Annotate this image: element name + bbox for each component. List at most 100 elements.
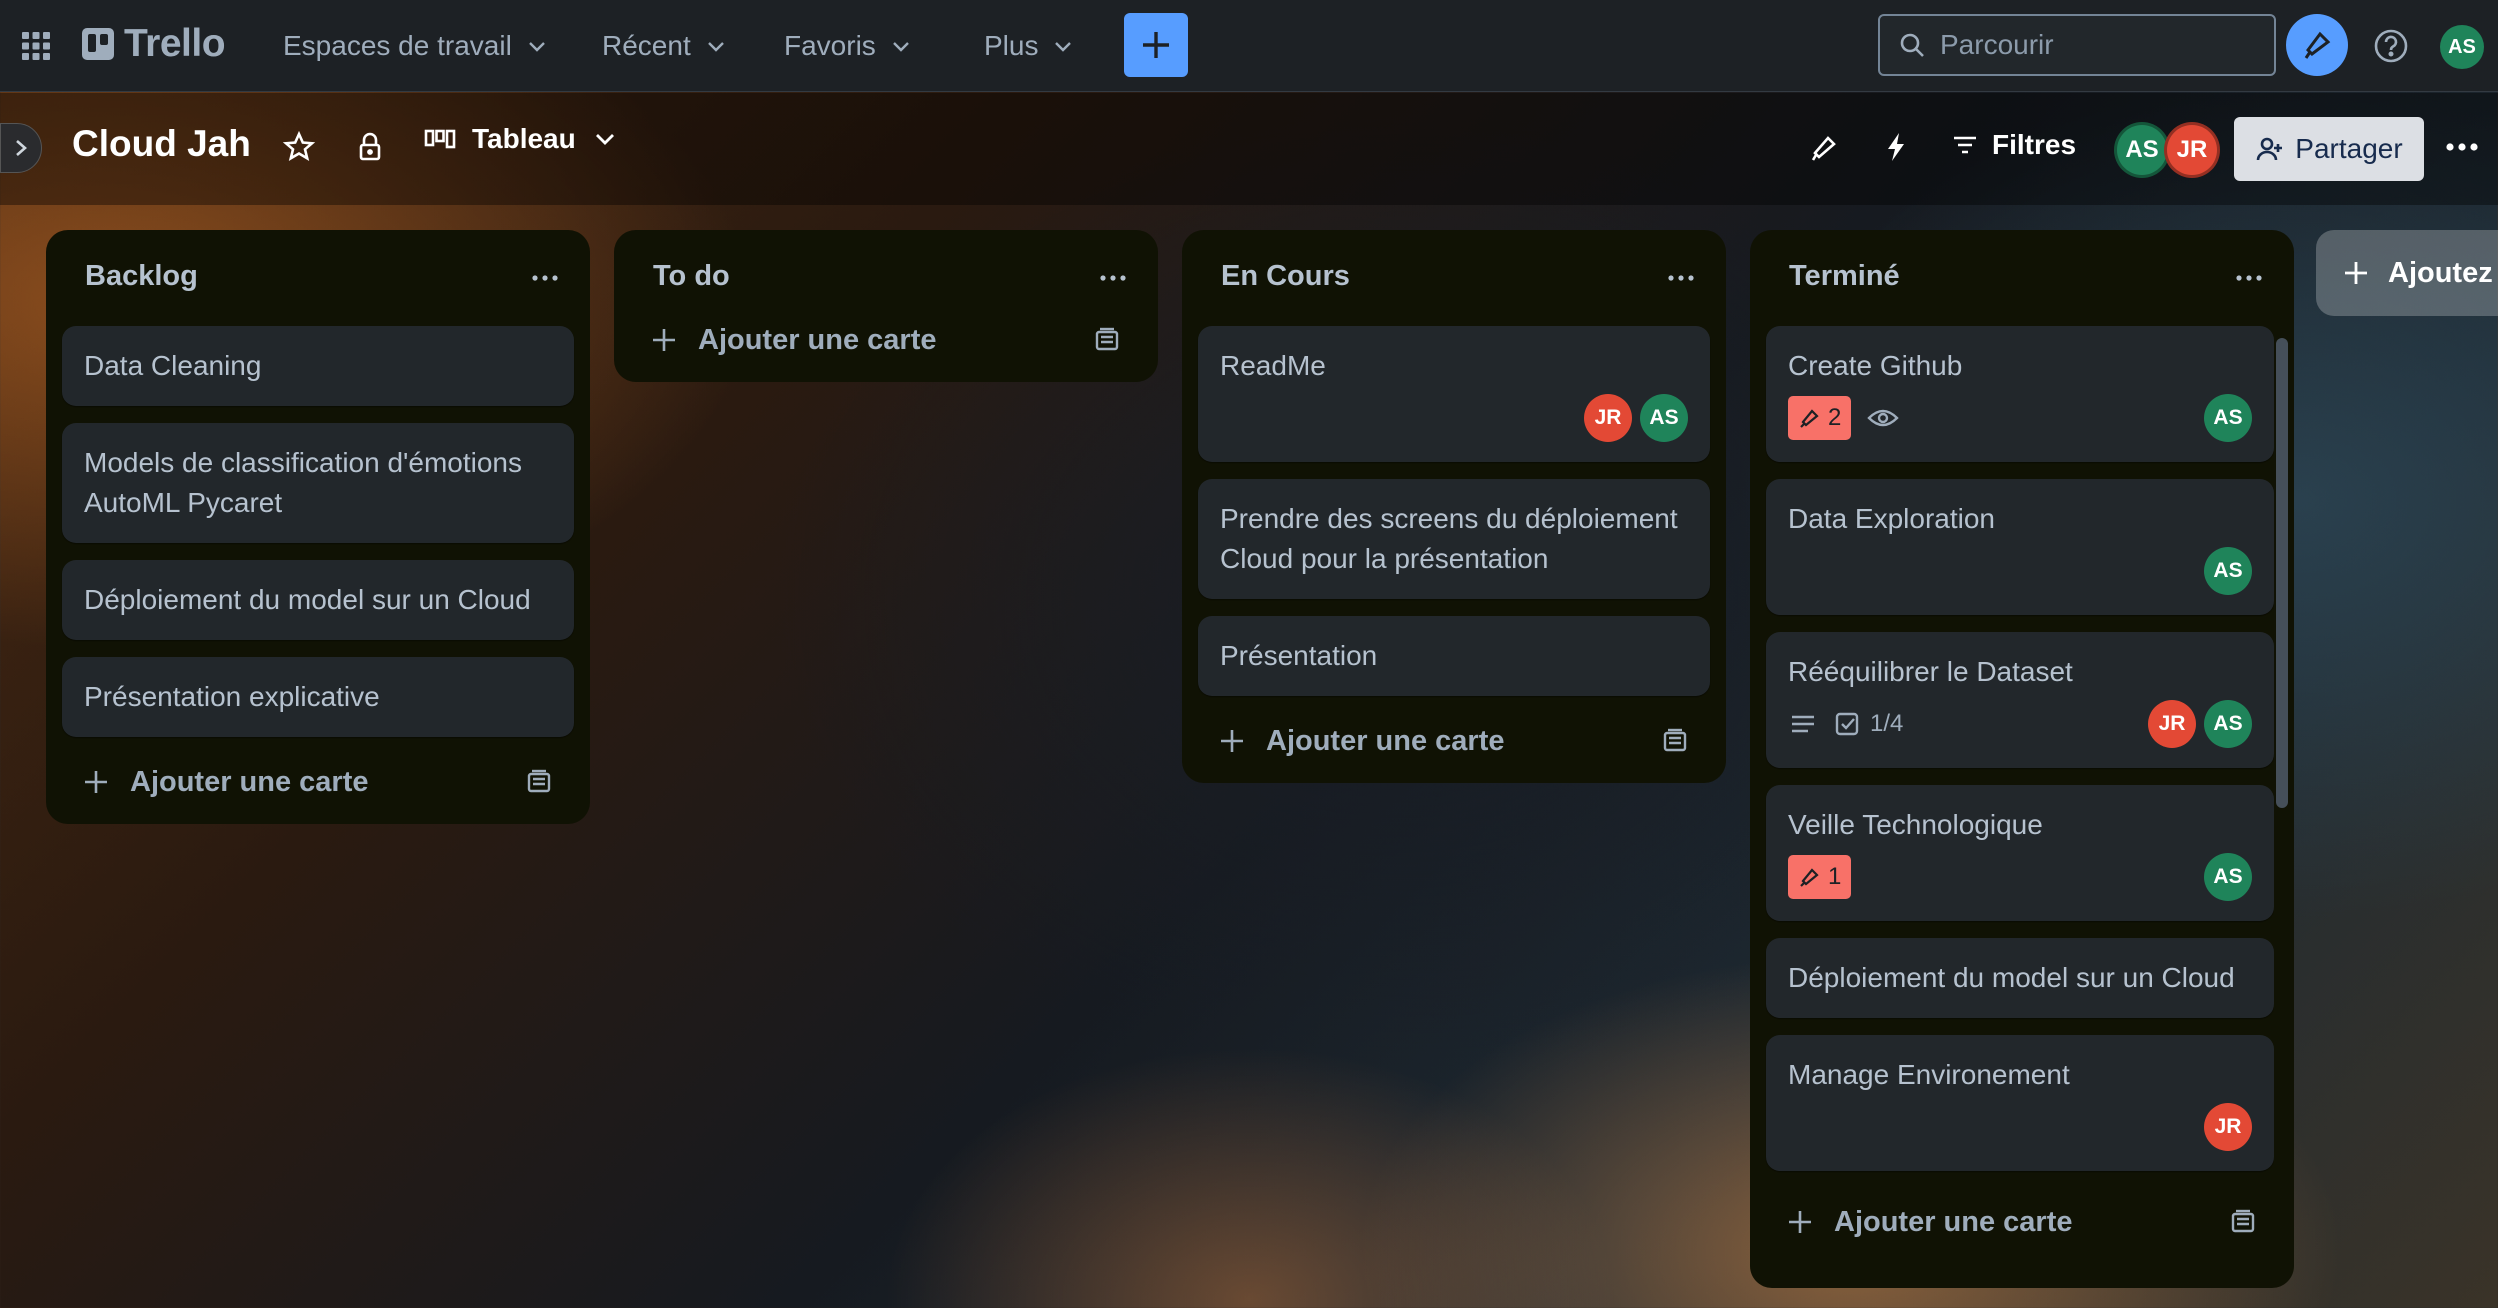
- card[interactable]: Présentation explicative: [62, 657, 574, 737]
- card-footer: 1/4 JR AS: [1788, 700, 2252, 748]
- pin-badge: 1: [1788, 855, 1852, 899]
- lock-icon[interactable]: [352, 129, 388, 165]
- card-member-avatar[interactable]: AS: [2204, 547, 2252, 595]
- list-scrollbar[interactable]: [2276, 338, 2288, 808]
- checklist-count: 1/4: [1870, 710, 1904, 737]
- card-template-icon[interactable]: [1092, 325, 1122, 355]
- list-title[interactable]: To do: [653, 260, 730, 293]
- card[interactable]: Manage Environement JR: [1766, 1035, 2274, 1171]
- menu-recent[interactable]: Récent: [602, 24, 727, 68]
- list-menu-icon[interactable]: [530, 270, 560, 286]
- card-template-icon[interactable]: [524, 767, 554, 797]
- card-template-icon[interactable]: [1660, 726, 1690, 756]
- user-avatar[interactable]: AS: [2440, 25, 2484, 69]
- add-card-button[interactable]: Ajouter une carte: [1766, 1194, 2278, 1250]
- more-options-icon[interactable]: [2440, 129, 2484, 165]
- list-title[interactable]: Backlog: [85, 260, 198, 293]
- card-member-avatar[interactable]: AS: [2204, 700, 2252, 748]
- search-input[interactable]: [1940, 29, 2260, 61]
- filters-button[interactable]: Filtres: [1950, 129, 2076, 161]
- chevron-down-icon: [528, 42, 545, 52]
- card-title: Rééquilibrer le Dataset: [1788, 656, 2073, 687]
- card[interactable]: Models de classification d'émotions Auto…: [62, 423, 574, 543]
- search-box[interactable]: [1878, 14, 2276, 76]
- card-member-avatar[interactable]: JR: [1584, 394, 1632, 442]
- add-card-label: Ajouter une carte: [130, 765, 369, 798]
- sidebar-toggle-button[interactable]: [0, 123, 42, 173]
- logo-text: Trello: [124, 22, 226, 65]
- card[interactable]: Rééquilibrer le Dataset 1/4 JR AS: [1766, 632, 2274, 768]
- menu-favorites[interactable]: Favoris: [784, 24, 912, 68]
- card-member-avatar[interactable]: JR: [2148, 700, 2196, 748]
- create-button[interactable]: [1124, 13, 1188, 77]
- power-ups-icon[interactable]: [1806, 129, 1842, 165]
- card-title: Veille Technologique: [1788, 809, 2043, 840]
- list-header: To do: [614, 230, 1158, 326]
- list-title[interactable]: En Cours: [1221, 260, 1350, 293]
- help-button[interactable]: [2371, 26, 2411, 66]
- card[interactable]: Data Cleaning: [62, 326, 574, 406]
- card-title: Déploiement du model sur un Cloud: [1788, 962, 2235, 993]
- notifications-rocket-button[interactable]: [2286, 14, 2348, 76]
- menu-workspaces[interactable]: Espaces de travail: [283, 24, 548, 68]
- list-todo: To do Ajouter une carte: [614, 230, 1158, 382]
- rocket-icon: [1800, 409, 1819, 428]
- card[interactable]: Data Exploration AS: [1766, 479, 2274, 615]
- member-avatar-as[interactable]: AS: [2114, 122, 2170, 178]
- member-avatar-jr[interactable]: JR: [2164, 122, 2220, 178]
- card-member-avatar[interactable]: AS: [1640, 394, 1688, 442]
- add-card-button[interactable]: Ajouter une carte: [62, 754, 574, 810]
- card[interactable]: Déploiement du model sur un Cloud: [1766, 938, 2274, 1018]
- add-card-label: Ajouter une carte: [1834, 1205, 2073, 1238]
- card[interactable]: ReadMe JR AS: [1198, 326, 1710, 462]
- card-title: ReadMe: [1220, 350, 1326, 381]
- app-switcher-icon[interactable]: [18, 28, 54, 64]
- list-backlog: Backlog Data Cleaning Models de classifi…: [46, 230, 590, 824]
- search-icon: [1900, 33, 1924, 57]
- list-header: Terminé: [1750, 230, 2294, 326]
- list-menu-icon[interactable]: [1666, 270, 1696, 286]
- add-list-button[interactable]: Ajoutez: [2316, 230, 2498, 316]
- list-menu-icon[interactable]: [2234, 270, 2264, 286]
- list-menu-icon[interactable]: [1098, 270, 1128, 286]
- card-title: Data Cleaning: [84, 350, 262, 381]
- add-card-button[interactable]: Ajouter une carte: [1198, 713, 1710, 769]
- card[interactable]: Prendre des screens du déploiement Cloud…: [1198, 479, 1710, 599]
- list-en-cours: En Cours ReadMe JR AS Prendre des screen…: [1182, 230, 1726, 783]
- board-title[interactable]: Cloud Jah: [72, 123, 251, 165]
- card[interactable]: Déploiement du model sur un Cloud: [62, 560, 574, 640]
- star-icon[interactable]: [281, 129, 317, 165]
- share-button[interactable]: Partager: [2234, 117, 2424, 181]
- card-title: Data Exploration: [1788, 503, 1996, 534]
- chevron-down-icon: [892, 42, 909, 52]
- card[interactable]: Create Github 2 AS: [1766, 326, 2274, 462]
- card[interactable]: Veille Technologique 1 AS: [1766, 785, 2274, 921]
- card-member-avatar[interactable]: JR: [2204, 1103, 2252, 1151]
- card-template-icon[interactable]: [2228, 1207, 2258, 1237]
- card-title: Présentation: [1220, 640, 1378, 671]
- card-member-avatar[interactable]: AS: [2204, 394, 2252, 442]
- menu-more[interactable]: Plus: [984, 24, 1074, 68]
- card[interactable]: Présentation: [1198, 616, 1710, 696]
- add-member-icon: [2256, 137, 2283, 161]
- chevron-right-icon: [16, 140, 27, 156]
- card-footer: JR: [1788, 1103, 2252, 1151]
- card-member-avatar[interactable]: AS: [2204, 853, 2252, 901]
- trello-logo[interactable]: Trello: [82, 22, 226, 66]
- pin-badge: 2: [1788, 396, 1852, 440]
- plus-icon: [1789, 1211, 1811, 1233]
- list-termine: Terminé Create Github 2 AS Data Explorat…: [1750, 230, 2294, 1288]
- pin-count: 2: [1828, 404, 1842, 431]
- view-switcher[interactable]: Tableau: [424, 123, 618, 155]
- card-title: Déploiement du model sur un Cloud: [84, 584, 531, 615]
- share-label: Partager: [2295, 133, 2403, 164]
- automation-bolt-icon[interactable]: [1878, 129, 1914, 165]
- menu-label: Récent: [602, 30, 691, 61]
- filters-label: Filtres: [1992, 129, 2077, 160]
- list-title[interactable]: Terminé: [1789, 260, 1900, 293]
- top-navigation: Trello Espaces de travail Récent Favoris…: [0, 0, 2498, 92]
- card-footer: 2 AS: [1788, 394, 2252, 442]
- list-header: En Cours: [1182, 230, 1726, 326]
- plus-icon: [2345, 262, 2367, 284]
- card-title: Manage Environement: [1788, 1059, 2070, 1090]
